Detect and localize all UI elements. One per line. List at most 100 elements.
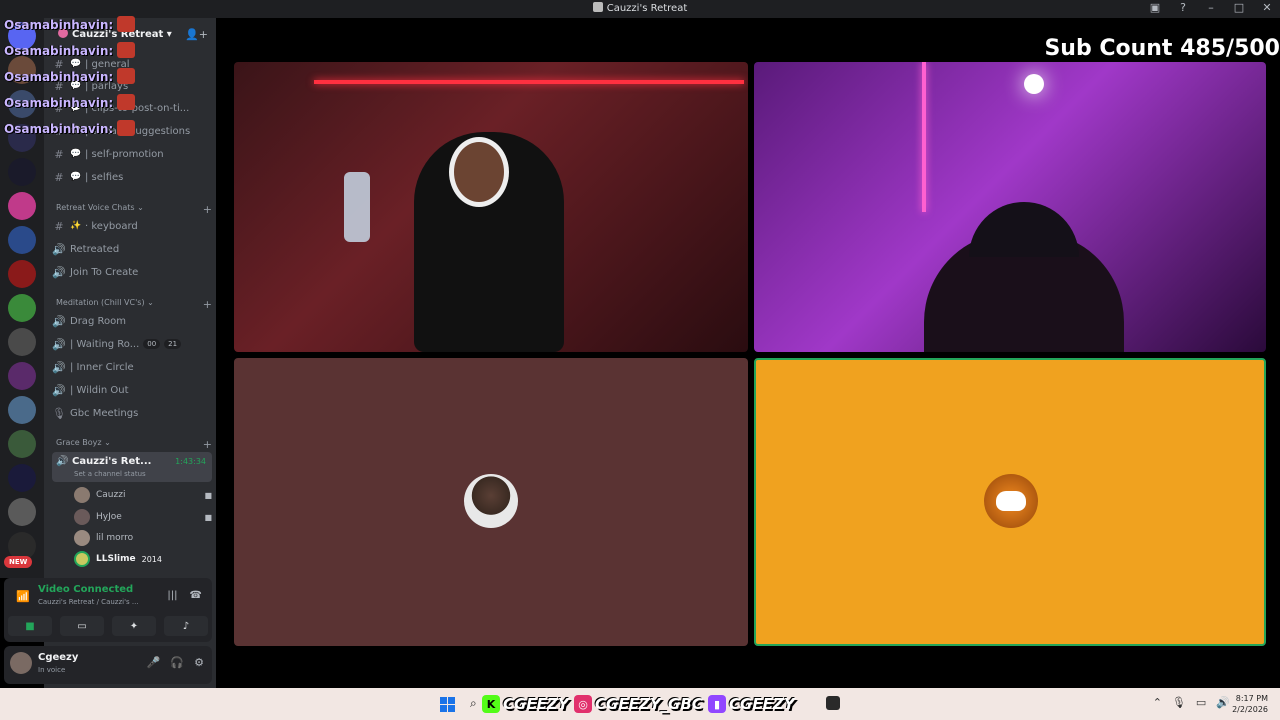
voice-actions: ||| ☎ (167, 590, 202, 601)
speaker-icon: 🔊 (52, 314, 66, 328)
inbox-icon[interactable]: ▣ (1148, 1, 1162, 14)
ceiling-light (1024, 74, 1044, 94)
voice-status-subtitle[interactable]: Cauzzi's Retreat / Cauzzi's ... (38, 598, 139, 606)
channel-emoji-icon: 💬 (70, 149, 82, 159)
user-limit-pill: 21 (164, 339, 182, 349)
water-bottle (344, 172, 370, 242)
camera-icon: ■ (25, 620, 35, 632)
clock-time: 8:17 PM (1235, 694, 1268, 703)
server-icon[interactable] (8, 158, 36, 186)
add-channel-icon[interactable]: + (203, 298, 212, 311)
video-tile[interactable] (754, 62, 1266, 352)
voice-channel-retreated[interactable]: 🔊 Retreated (52, 239, 212, 259)
screen-share-button[interactable]: ▭ (60, 616, 104, 636)
voice-channel-drag-room[interactable]: 🔊 Drag Room (52, 311, 212, 331)
server-icon[interactable] (8, 328, 36, 356)
voice-channel-join-to-create[interactable]: 🔊 Join To Create (52, 262, 212, 282)
avatar (74, 509, 90, 525)
microphone-icon[interactable]: 🎤 (147, 656, 161, 669)
title-bar: Cauzzi's Retreat ▣ ? – □ ✕ (0, 0, 1280, 18)
close-button[interactable]: ✕ (1260, 1, 1274, 14)
user-count-pill: 00 (143, 339, 161, 349)
noise-suppression-icon[interactable]: ||| (167, 590, 177, 601)
voice-member[interactable]: lil morro (74, 528, 212, 548)
server-icon[interactable] (8, 192, 36, 220)
voice-member[interactable]: LLSlime 2014 (74, 549, 212, 569)
camera-button[interactable]: ■ (8, 616, 52, 636)
new-badge: NEW (4, 556, 33, 568)
category-meditation[interactable]: Meditation (Chill VC's) ⌄ + (56, 298, 212, 311)
active-voice-channel[interactable]: 🔊 Cauzzi's Ret... 1:43:34 Set a channel … (52, 452, 212, 482)
chevron-up-icon[interactable]: ⌃ (1153, 696, 1162, 709)
avatar[interactable] (10, 652, 32, 674)
audio-tile[interactable] (234, 358, 748, 646)
speaker-icon: 🔊 (56, 456, 69, 467)
voice-connection-panel: 📶 Video Connected Cauzzi's Retreat / Cau… (4, 578, 212, 642)
server-icon[interactable] (8, 498, 36, 526)
discord-logo-icon (996, 491, 1026, 511)
voice-channel-wildin-out[interactable]: 🔊 | Wildin Out (52, 380, 212, 400)
discord-app-icon (592, 2, 603, 12)
maximize-button[interactable]: □ (1232, 1, 1246, 14)
active-channel-name: Cauzzi's Ret... (72, 456, 152, 467)
speaker-icon: 🔊 (52, 242, 66, 256)
server-icon[interactable] (8, 430, 36, 458)
video-tile[interactable] (234, 62, 748, 352)
category-grace-boyz[interactable]: Grace Boyz ⌄ + (56, 438, 212, 451)
audio-tile-speaking[interactable] (754, 358, 1266, 646)
help-icon[interactable]: ? (1176, 1, 1190, 14)
add-member-icon[interactable]: 👤+ (185, 28, 208, 41)
social-handle-kick: K CGEEZY (482, 693, 569, 715)
settings-icon[interactable]: ⚙ (194, 656, 204, 669)
soundboard-button[interactable]: ♪ (164, 616, 208, 636)
window-title-wrap: Cauzzi's Retreat (0, 2, 1280, 14)
speaker-icon: 🔊 (52, 360, 66, 374)
microphone-icon[interactable]: 🎙 (1172, 696, 1186, 709)
channel-selfies[interactable]: # 💬 | selfies (52, 167, 212, 187)
stage-icon: 🎙 (52, 406, 66, 420)
stage-channel-gbc-meetings[interactable]: 🎙 Gbc Meetings (52, 403, 212, 423)
system-clock[interactable]: 8:17 PM 2/2/2026 (1232, 693, 1268, 715)
avatar (74, 487, 90, 503)
signal-icon[interactable]: 📶 (16, 590, 30, 603)
emote-icon (117, 68, 136, 84)
hash-icon: # (54, 170, 64, 184)
chat-message: Osamabinhavin: (4, 120, 136, 136)
volume-icon[interactable]: 🔊 (1216, 696, 1230, 709)
avatar (74, 551, 90, 567)
sub-count-overlay: Sub Count 485/500 (1044, 36, 1280, 61)
username: Cgeezy (38, 652, 79, 663)
emote-icon (117, 16, 136, 32)
windows-start-icon[interactable] (440, 697, 455, 712)
headphones-icon[interactable]: 🎧 (170, 656, 184, 669)
server-icon[interactable] (8, 464, 36, 492)
soundboard-icon: ♪ (182, 620, 190, 632)
instagram-icon: ◎ (574, 695, 592, 713)
server-icon[interactable] (8, 226, 36, 254)
voice-channel-waiting-room[interactable]: 🔊 | Waiting Ro... 00 21 (52, 334, 212, 354)
voice-member[interactable]: Cauzzi ■ (74, 485, 212, 505)
server-icon[interactable] (8, 362, 36, 390)
server-icon[interactable] (8, 396, 36, 424)
streamer-head (449, 137, 509, 207)
channel-self-promotion[interactable]: # 💬 | self-promotion (52, 144, 212, 164)
user-controls: 🎤 🎧 ⚙ (147, 656, 204, 669)
window-title: Cauzzi's Retreat (606, 3, 688, 14)
network-icon[interactable]: ▭ (1196, 696, 1206, 709)
minimize-button[interactable]: – (1204, 1, 1218, 14)
participant-cap (969, 202, 1079, 257)
server-icon[interactable] (8, 294, 36, 322)
voice-member[interactable]: HyJoe ■ (74, 507, 212, 527)
voice-channel-keyboard[interactable]: # ✨ · keyboard (52, 216, 212, 236)
server-icon[interactable] (8, 260, 36, 288)
search-icon[interactable]: ⌕ (470, 696, 477, 711)
activities-button[interactable]: ✦ (112, 616, 156, 636)
voice-channel-inner-circle[interactable]: 🔊 | Inner Circle (52, 357, 212, 377)
disconnect-icon[interactable]: ☎ (190, 590, 202, 601)
add-channel-icon[interactable]: + (203, 203, 212, 216)
category-retreat-voice[interactable]: Retreat Voice Chats ⌄ + (56, 203, 212, 216)
add-channel-icon[interactable]: + (203, 438, 212, 451)
terminal-app-icon[interactable] (826, 696, 840, 710)
channel-status[interactable]: Set a channel status (74, 470, 146, 478)
kick-icon: K (482, 695, 500, 713)
